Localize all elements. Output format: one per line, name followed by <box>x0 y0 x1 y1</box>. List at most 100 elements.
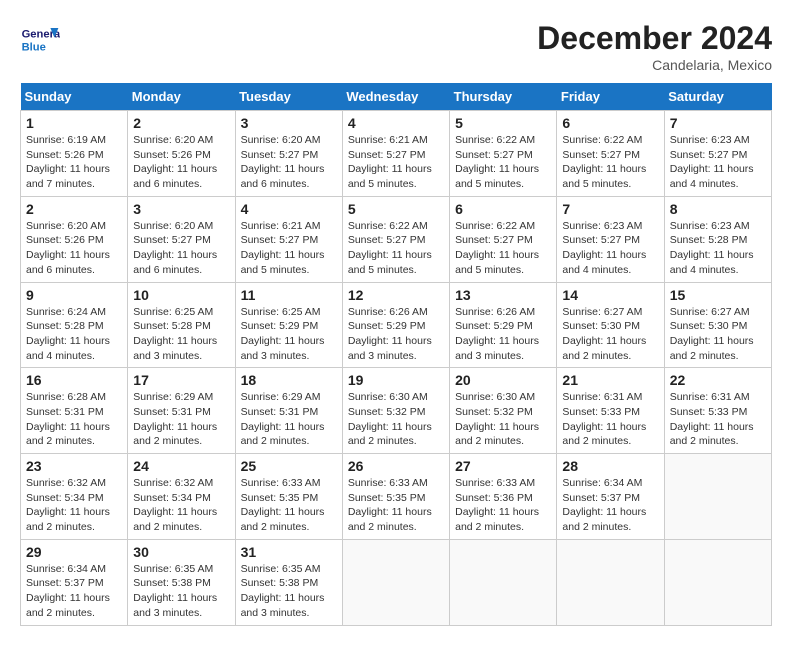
calendar-cell: 8Sunrise: 6:23 AMSunset: 5:28 PMDaylight… <box>664 196 771 282</box>
calendar-cell: 5Sunrise: 6:22 AMSunset: 5:27 PMDaylight… <box>342 196 449 282</box>
day-info: Sunrise: 6:26 AMSunset: 5:29 PMDaylight:… <box>348 305 444 364</box>
calendar-week-2: 2Sunrise: 6:20 AMSunset: 5:26 PMDaylight… <box>21 196 772 282</box>
day-info: Sunrise: 6:22 AMSunset: 5:27 PMDaylight:… <box>455 133 551 192</box>
weekday-header-wednesday: Wednesday <box>342 83 449 111</box>
day-info: Sunrise: 6:25 AMSunset: 5:29 PMDaylight:… <box>241 305 337 364</box>
calendar-cell <box>557 539 664 625</box>
day-number: 14 <box>562 287 658 303</box>
day-number: 30 <box>133 544 229 560</box>
calendar-cell: 7Sunrise: 6:23 AMSunset: 5:27 PMDaylight… <box>557 196 664 282</box>
calendar-cell <box>450 539 557 625</box>
calendar-cell: 2Sunrise: 6:20 AMSunset: 5:26 PMDaylight… <box>21 196 128 282</box>
day-info: Sunrise: 6:33 AMSunset: 5:36 PMDaylight:… <box>455 476 551 535</box>
day-info: Sunrise: 6:20 AMSunset: 5:26 PMDaylight:… <box>26 219 122 278</box>
day-info: Sunrise: 6:25 AMSunset: 5:28 PMDaylight:… <box>133 305 229 364</box>
day-number: 4 <box>348 115 444 131</box>
day-info: Sunrise: 6:28 AMSunset: 5:31 PMDaylight:… <box>26 390 122 449</box>
calendar-cell: 25 Sunrise: 6:33 AMSunset: 5:35 PMDayligh… <box>235 454 342 540</box>
weekday-header-monday: Monday <box>128 83 235 111</box>
day-info: Sunrise: 6:23 AMSunset: 5:27 PMDaylight:… <box>562 219 658 278</box>
weekday-header-thursday: Thursday <box>450 83 557 111</box>
logo-icon: General Blue <box>20 20 60 60</box>
calendar-cell: 3 Sunrise: 6:20 AMSunset: 5:27 PMDaylight… <box>235 111 342 197</box>
day-info: Sunrise: 6:23 AMSunset: 5:27 PMDaylight:… <box>670 133 766 192</box>
calendar-cell: 31Sunrise: 6:35 AMSunset: 5:38 PMDayligh… <box>235 539 342 625</box>
day-info: Sunrise: 6:23 AMSunset: 5:28 PMDaylight:… <box>670 219 766 278</box>
day-info: Sunrise: 6:27 AMSunset: 5:30 PMDaylight:… <box>670 305 766 364</box>
day-number: 21 <box>562 372 658 388</box>
day-number: 22 <box>670 372 766 388</box>
day-number: 12 <box>348 287 444 303</box>
day-number: 3 <box>241 115 337 131</box>
calendar-cell: 17Sunrise: 6:29 AMSunset: 5:31 PMDayligh… <box>128 368 235 454</box>
day-info: Sunrise: 6:21 AMSunset: 5:27 PMDaylight:… <box>348 133 444 192</box>
day-number: 27 <box>455 458 551 474</box>
calendar-cell: 26Sunrise: 6:33 AMSunset: 5:35 PMDayligh… <box>342 454 449 540</box>
day-number: 26 <box>348 458 444 474</box>
calendar-cell: 15 Sunrise: 6:27 AMSunset: 5:30 PMDayligh… <box>664 282 771 368</box>
calendar-cell: 10 Sunrise: 6:25 AMSunset: 5:28 PMDayligh… <box>128 282 235 368</box>
day-info: Sunrise: 6:27 AMSunset: 5:30 PMDaylight:… <box>562 305 658 364</box>
calendar-cell: 1Sunrise: 6:19 AMSunset: 5:26 PMDaylight… <box>21 111 128 197</box>
calendar-cell: 28Sunrise: 6:34 AMSunset: 5:37 PMDayligh… <box>557 454 664 540</box>
day-info: Sunrise: 6:24 AMSunset: 5:28 PMDaylight:… <box>26 305 122 364</box>
day-info: Sunrise: 6:32 AMSunset: 5:34 PMDaylight:… <box>26 476 122 535</box>
day-info: Sunrise: 6:20 AMSunset: 5:27 PMDaylight:… <box>241 133 337 192</box>
calendar-week-3: 9 Sunrise: 6:24 AMSunset: 5:28 PMDaylight… <box>21 282 772 368</box>
day-info: Sunrise: 6:26 AMSunset: 5:29 PMDaylight:… <box>455 305 551 364</box>
day-info: Sunrise: 6:21 AMSunset: 5:27 PMDaylight:… <box>241 219 337 278</box>
day-info: Sunrise: 6:20 AMSunset: 5:27 PMDaylight:… <box>133 219 229 278</box>
calendar-cell: 18Sunrise: 6:29 AMSunset: 5:31 PMDayligh… <box>235 368 342 454</box>
day-info: Sunrise: 6:30 AMSunset: 5:32 PMDaylight:… <box>455 390 551 449</box>
day-info: Sunrise: 6:31 AMSunset: 5:33 PMDaylight:… <box>562 390 658 449</box>
calendar-cell: 30Sunrise: 6:35 AMSunset: 5:38 PMDayligh… <box>128 539 235 625</box>
calendar-week-4: 16 Sunrise: 6:28 AMSunset: 5:31 PMDayligh… <box>21 368 772 454</box>
page-header: General Blue December 2024 Candelaria, M… <box>20 20 772 73</box>
day-number: 25 <box>241 458 337 474</box>
day-number: 3 <box>133 201 229 217</box>
calendar-cell: 29Sunrise: 6:34 AMSunset: 5:37 PMDayligh… <box>21 539 128 625</box>
day-number: 17 <box>133 372 229 388</box>
day-number: 4 <box>241 201 337 217</box>
day-number: 19 <box>348 372 444 388</box>
location: Candelaria, Mexico <box>537 57 772 73</box>
calendar-cell: 22 Sunrise: 6:31 AMSunset: 5:33 PMDayligh… <box>664 368 771 454</box>
day-number: 7 <box>670 115 766 131</box>
calendar-cell <box>342 539 449 625</box>
calendar-cell: 4 Sunrise: 6:21 AMSunset: 5:27 PMDaylight… <box>342 111 449 197</box>
day-number: 10 <box>133 287 229 303</box>
day-number: 16 <box>26 372 122 388</box>
day-number: 5 <box>348 201 444 217</box>
day-number: 29 <box>26 544 122 560</box>
calendar-cell: 14 Sunrise: 6:27 AMSunset: 5:30 PMDayligh… <box>557 282 664 368</box>
day-number: 31 <box>241 544 337 560</box>
day-number: 28 <box>562 458 658 474</box>
calendar-week-5: 23Sunrise: 6:32 AMSunset: 5:34 PMDayligh… <box>21 454 772 540</box>
calendar-cell: 19Sunrise: 6:30 AMSunset: 5:32 PMDayligh… <box>342 368 449 454</box>
svg-text:Blue: Blue <box>22 41 46 53</box>
weekday-header-sunday: Sunday <box>21 83 128 111</box>
calendar-cell: 7 Sunrise: 6:23 AMSunset: 5:27 PMDaylight… <box>664 111 771 197</box>
day-info: Sunrise: 6:33 AMSunset: 5:35 PMDaylight:… <box>241 476 337 535</box>
day-info: Sunrise: 6:31 AMSunset: 5:33 PMDaylight:… <box>670 390 766 449</box>
day-info: Sunrise: 6:32 AMSunset: 5:34 PMDaylight:… <box>133 476 229 535</box>
calendar-week-1: 1Sunrise: 6:19 AMSunset: 5:26 PMDaylight… <box>21 111 772 197</box>
calendar-table: SundayMondayTuesdayWednesdayThursdayFrid… <box>20 83 772 626</box>
day-info: Sunrise: 6:19 AMSunset: 5:26 PMDaylight:… <box>26 133 122 192</box>
calendar-cell: 3 Sunrise: 6:20 AMSunset: 5:27 PMDaylight… <box>128 196 235 282</box>
calendar-cell: 27 Sunrise: 6:33 AMSunset: 5:36 PMDayligh… <box>450 454 557 540</box>
weekday-header-friday: Friday <box>557 83 664 111</box>
day-number: 18 <box>241 372 337 388</box>
calendar-cell: 20 Sunrise: 6:30 AMSunset: 5:32 PMDayligh… <box>450 368 557 454</box>
day-number: 6 <box>455 201 551 217</box>
logo: General Blue <box>20 20 64 60</box>
calendar-cell <box>664 454 771 540</box>
calendar-cell: 5Sunrise: 6:22 AMSunset: 5:27 PMDaylight… <box>450 111 557 197</box>
calendar-cell: 11Sunrise: 6:25 AMSunset: 5:29 PMDayligh… <box>235 282 342 368</box>
day-number: 9 <box>26 287 122 303</box>
day-number: 20 <box>455 372 551 388</box>
calendar-cell: 24Sunrise: 6:32 AMSunset: 5:34 PMDayligh… <box>128 454 235 540</box>
day-info: Sunrise: 6:22 AMSunset: 5:27 PMDaylight:… <box>455 219 551 278</box>
title-block: December 2024 Candelaria, Mexico <box>537 20 772 73</box>
day-number: 15 <box>670 287 766 303</box>
